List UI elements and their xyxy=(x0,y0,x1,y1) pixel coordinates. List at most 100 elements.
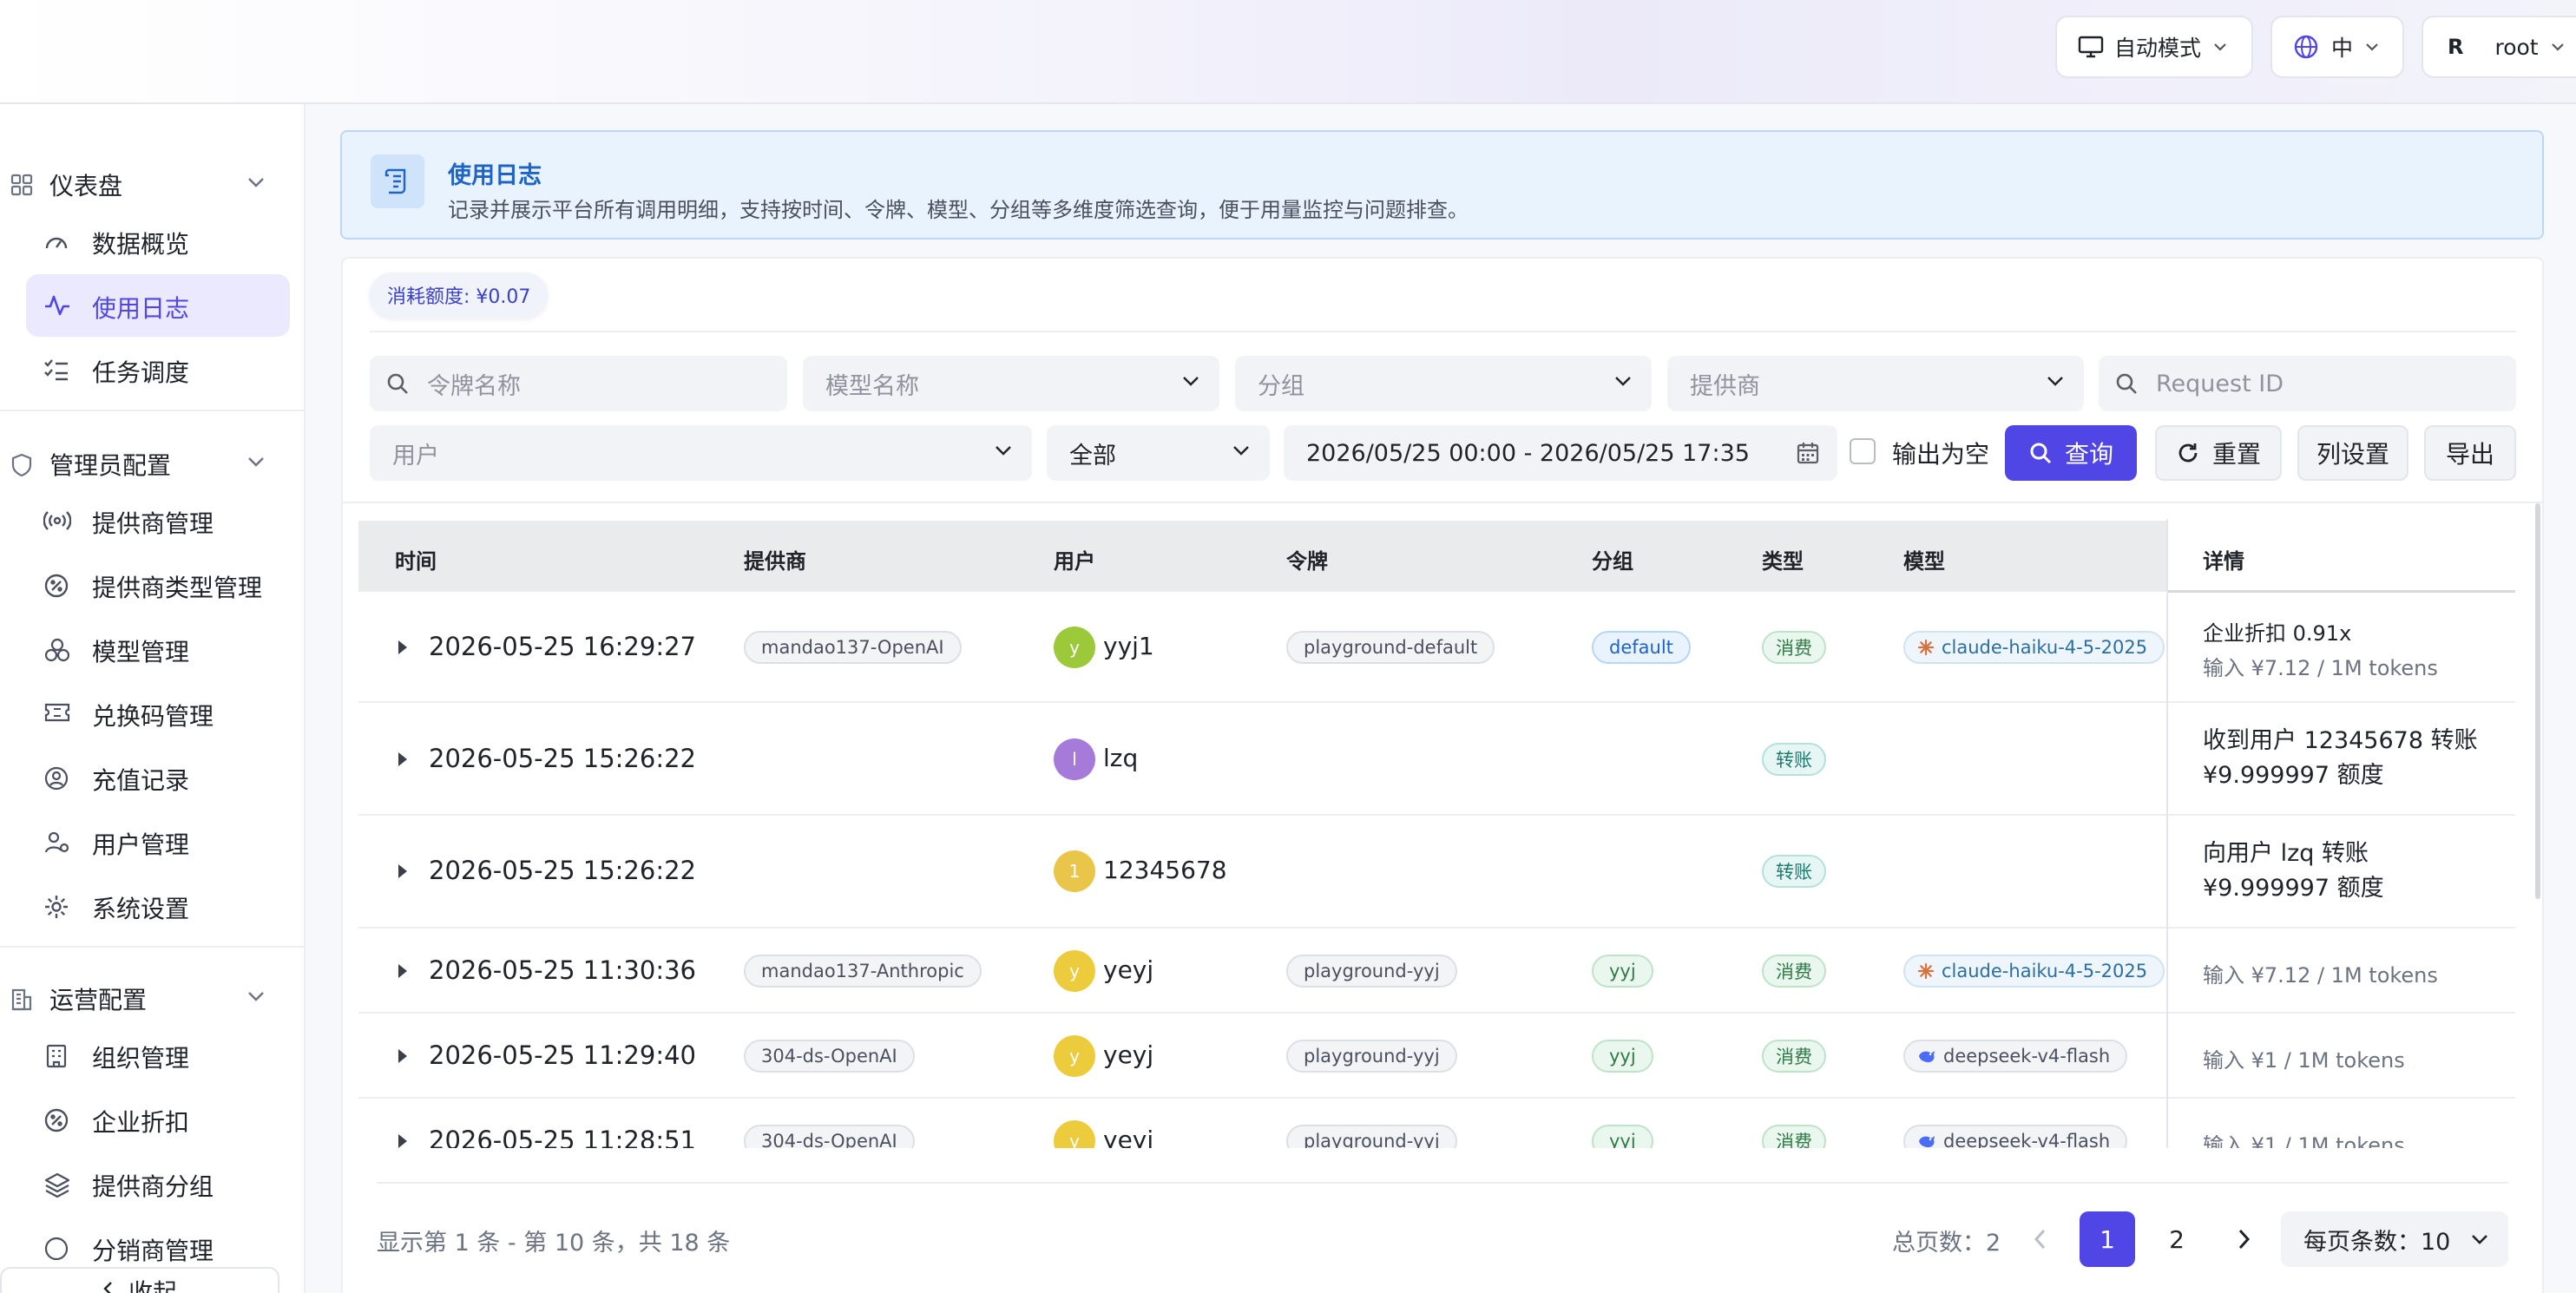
time-cell: 2026-05-25 15:26:22 xyxy=(429,744,696,773)
detail-subtext: 输入 ¥1 / 1M tokens xyxy=(2203,1133,2405,1148)
request-id-input[interactable]: Request ID xyxy=(2099,356,2516,411)
detail-text: 向用户 lzq 转账 ¥9.999997 额度 xyxy=(2203,840,2384,902)
column-header-model: 模型 xyxy=(1903,549,1945,574)
top-bar: 自动模式 中 R root xyxy=(0,0,2576,104)
chevron-down-icon xyxy=(246,456,266,468)
sidebar-item-data-overview[interactable]: 数据概览 xyxy=(26,210,290,272)
sidebar-item-label: 企业折扣 xyxy=(92,1108,190,1137)
time-cell: 2026-05-25 11:28:51 xyxy=(429,1126,696,1148)
expand-caret-icon[interactable] xyxy=(398,864,407,878)
language-button[interactable]: 中 xyxy=(2270,16,2404,78)
model-name-select[interactable]: 模型名称 xyxy=(803,356,1219,411)
chevron-left-icon xyxy=(2033,1228,2047,1250)
page-size-select[interactable]: 每页条数：10 xyxy=(2281,1211,2508,1267)
page-button-2[interactable]: 2 xyxy=(2149,1211,2205,1267)
sidebar-item-label: 系统设置 xyxy=(92,895,190,923)
quota-badge: 消耗额度: ¥0.07 xyxy=(370,272,549,318)
checklist-icon xyxy=(43,358,69,382)
page-info-banner: 使用日志 记录并展示平台所有调用明细，支持按时间、令牌、模型、分组等多维度筛选查… xyxy=(340,130,2544,240)
pagination-total-pages: 总页数：2 xyxy=(1892,1230,2001,1257)
type-tag: 消费 xyxy=(1762,955,1826,988)
distributor-icon xyxy=(43,1236,69,1262)
avatar: y xyxy=(1054,950,1095,992)
sidebar: 仪表盘 数据概览 使用日志 任务调度 管理员配置 提供商管理 提供商类型管理 模… xyxy=(0,104,306,1293)
page-button-1[interactable]: 1 xyxy=(2080,1211,2135,1267)
sidebar-item-model-management[interactable]: 模型管理 xyxy=(26,618,290,680)
theme-mode-button[interactable]: 自动模式 xyxy=(2055,16,2253,78)
user-name: root xyxy=(2494,34,2539,60)
sidebar-item-redeem-code-management[interactable]: 兑换码管理 xyxy=(26,682,290,745)
sidebar-section-dashboard[interactable]: 仪表盘 xyxy=(0,159,295,211)
avatar: y xyxy=(1054,1035,1095,1077)
sidebar-item-enterprise-discount[interactable]: 企业折扣 xyxy=(26,1088,290,1151)
chevron-down-icon xyxy=(2365,43,2379,51)
sidebar-item-system-settings[interactable]: 系统设置 xyxy=(26,875,290,937)
date-range-picker[interactable]: 2026/05/25 00:00 - 2026/05/25 17:35 xyxy=(1284,425,1837,481)
column-settings-button[interactable]: 列设置 xyxy=(2297,425,2408,481)
deepseek-logo-icon xyxy=(1917,1133,1936,1148)
column-header-detail: 详情 xyxy=(2203,549,2244,574)
expand-caret-icon[interactable] xyxy=(398,752,407,766)
prev-page-button[interactable] xyxy=(2012,1211,2067,1267)
user-name-cell: 12345678 xyxy=(1103,856,1227,884)
output-empty-checkbox[interactable] xyxy=(1850,438,1876,464)
sidebar-section-admin-config[interactable]: 管理员配置 xyxy=(0,438,295,490)
type-select[interactable]: 全部 xyxy=(1047,425,1270,481)
avatar: l xyxy=(1054,738,1095,780)
chevron-down-icon xyxy=(2470,1233,2489,1245)
query-button[interactable]: 查询 xyxy=(2005,425,2137,481)
sidebar-item-label: 用户管理 xyxy=(92,830,190,859)
group-tag: yyj xyxy=(1592,955,1653,988)
type-tag: 转账 xyxy=(1762,855,1826,888)
token-tag: playground-yyj xyxy=(1286,955,1457,988)
group-placeholder: 分组 xyxy=(1258,372,1304,400)
avatar: y xyxy=(1054,1120,1095,1148)
expand-caret-icon[interactable] xyxy=(398,640,407,654)
chevron-down-icon xyxy=(246,176,266,188)
sidebar-item-organization-management[interactable]: 组织管理 xyxy=(26,1024,290,1086)
broadcast-icon xyxy=(43,509,71,533)
expand-caret-icon[interactable] xyxy=(398,1049,407,1063)
user-menu-button[interactable]: R root xyxy=(2422,16,2576,78)
sidebar-item-provider-type-management[interactable]: 提供商类型管理 xyxy=(26,554,290,616)
group-select[interactable]: 分组 xyxy=(1235,356,1652,411)
chevron-down-icon xyxy=(2213,43,2227,51)
user-select[interactable]: 用户 xyxy=(370,425,1032,481)
column-header-type: 类型 xyxy=(1762,549,1804,574)
sidebar-section-label: 运营配置 xyxy=(49,986,148,1014)
sidebar-item-recharge-records[interactable]: 充值记录 xyxy=(26,746,290,809)
token-name-input[interactable]: 令牌名称 xyxy=(370,356,787,411)
table-scrollbar[interactable] xyxy=(2535,503,2540,899)
sidebar-collapse-button[interactable]: 收起 xyxy=(0,1267,279,1293)
pagination-info: 显示第 1 条 - 第 10 条，共 18 条 xyxy=(377,1230,731,1257)
sidebar-item-task-schedule[interactable]: 任务调度 xyxy=(26,338,290,401)
model-tag: claude-haiku-4-5-2025 xyxy=(1903,955,2165,988)
sidebar-item-provider-groups[interactable]: 提供商分组 xyxy=(26,1152,290,1215)
chevron-down-icon xyxy=(2551,43,2565,51)
query-label: 查询 xyxy=(2064,440,2113,469)
divider xyxy=(377,1182,2508,1184)
user-avatar: R xyxy=(2448,35,2464,59)
sidebar-item-usage-logs[interactable]: 使用日志 xyxy=(26,274,290,337)
model-tag: claude-haiku-4-5-2025 xyxy=(1903,631,2165,664)
group-tag: yyj xyxy=(1592,1040,1653,1073)
provider-tag: mandao137-Anthropic xyxy=(744,955,982,988)
page-size-label: 每页条数：10 xyxy=(2303,1228,2451,1256)
sidebar-section-operations-config[interactable]: 运营配置 xyxy=(0,973,295,1025)
provider-tag: mandao137-OpenAI xyxy=(744,631,962,664)
gauge-icon xyxy=(43,229,69,253)
sidebar-item-provider-management[interactable]: 提供商管理 xyxy=(26,489,290,552)
export-button[interactable]: 导出 xyxy=(2424,425,2516,481)
reset-button[interactable]: 重置 xyxy=(2155,425,2282,481)
sidebar-item-user-management[interactable]: 用户管理 xyxy=(26,811,290,873)
expand-caret-icon[interactable] xyxy=(398,964,407,978)
user-name-cell: lzq xyxy=(1103,744,1139,772)
column-header-time: 时间 xyxy=(395,549,437,574)
column-header-user: 用户 xyxy=(1054,549,1095,574)
provider-select[interactable]: 提供商 xyxy=(1667,356,2084,411)
calendar-icon xyxy=(1796,441,1820,465)
provider-tag: 304-ds-OpenAI xyxy=(744,1040,915,1073)
expand-caret-icon[interactable] xyxy=(398,1134,407,1148)
next-page-button[interactable] xyxy=(2217,1211,2272,1267)
provider-tag: 304-ds-OpenAI xyxy=(744,1125,915,1148)
